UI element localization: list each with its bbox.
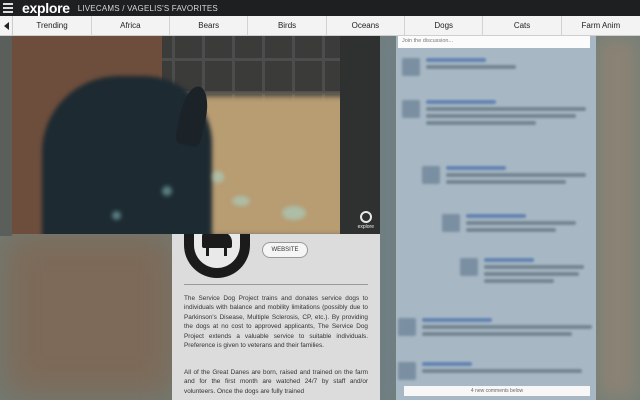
info-card: WEBSITE The Service Dog Project trains a… <box>172 234 380 400</box>
video-lens-speck <box>162 186 172 196</box>
new-comments-banner[interactable]: 4 new comments below <box>404 386 590 396</box>
comment-item <box>398 318 592 336</box>
video-scene-post <box>340 36 380 234</box>
breadcrumb-separator: / <box>122 3 125 13</box>
tab-trending[interactable]: Trending <box>13 16 92 36</box>
video-scene-rail <box>162 58 352 61</box>
video-lens-speck <box>212 171 224 183</box>
fingerprint-icon <box>359 211 372 223</box>
avatar <box>442 214 460 232</box>
avatar <box>422 166 440 184</box>
comment-item <box>402 100 586 125</box>
category-nav: Trending Africa Bears Birds Oceans Dogs … <box>0 16 640 36</box>
nav-left-arrow-icon[interactable] <box>0 16 14 36</box>
tab-cats[interactable]: Cats <box>483 16 562 36</box>
comment-item <box>460 258 584 283</box>
tab-africa[interactable]: Africa <box>92 16 171 36</box>
comments-panel: Join the discussion... 4 new comments be… <box>396 36 596 400</box>
watermark-text: explore <box>357 224 374 230</box>
comment-item <box>442 214 576 232</box>
avatar <box>402 58 420 76</box>
avatar <box>398 318 416 336</box>
join-discussion-input[interactable]: Join the discussion... <box>398 36 590 48</box>
explore-watermark: explore <box>358 211 374 230</box>
video-lens-speck <box>232 196 250 206</box>
tab-birds[interactable]: Birds <box>248 16 327 36</box>
description-paragraph-2: All of the Great Danes are born, raised … <box>184 369 368 395</box>
breadcrumb: LIVECAMS / VAGELIS'S FAVORITES <box>78 4 218 13</box>
avatar <box>402 100 420 118</box>
tab-oceans[interactable]: Oceans <box>327 16 406 36</box>
service-dog-project-logo <box>184 234 250 278</box>
video-lens-speck <box>282 206 306 220</box>
hamburger-menu-icon[interactable] <box>0 0 16 16</box>
avatar <box>398 362 416 380</box>
comment-item <box>398 362 582 380</box>
livecam-video-player[interactable]: explore <box>12 36 380 234</box>
comment-item <box>422 166 586 184</box>
comment-item <box>402 58 516 76</box>
breadcrumb-current-page: VAGELIS'S FAVORITES <box>127 3 218 13</box>
website-button[interactable]: WEBSITE <box>262 242 308 258</box>
tab-dogs[interactable]: Dogs <box>405 16 484 36</box>
divider <box>184 284 368 285</box>
tab-bears[interactable]: Bears <box>170 16 249 36</box>
description-paragraph-1: The Service Dog Project trains and donat… <box>184 295 368 350</box>
explore-logo[interactable]: explore <box>22 0 70 16</box>
tab-farm-animals[interactable]: Farm Anim <box>562 16 640 36</box>
avatar <box>460 258 478 276</box>
breadcrumb-livecams[interactable]: LIVECAMS <box>78 4 120 13</box>
video-lens-speck <box>112 211 121 220</box>
top-header: explore LIVECAMS / VAGELIS'S FAVORITES <box>0 0 640 16</box>
